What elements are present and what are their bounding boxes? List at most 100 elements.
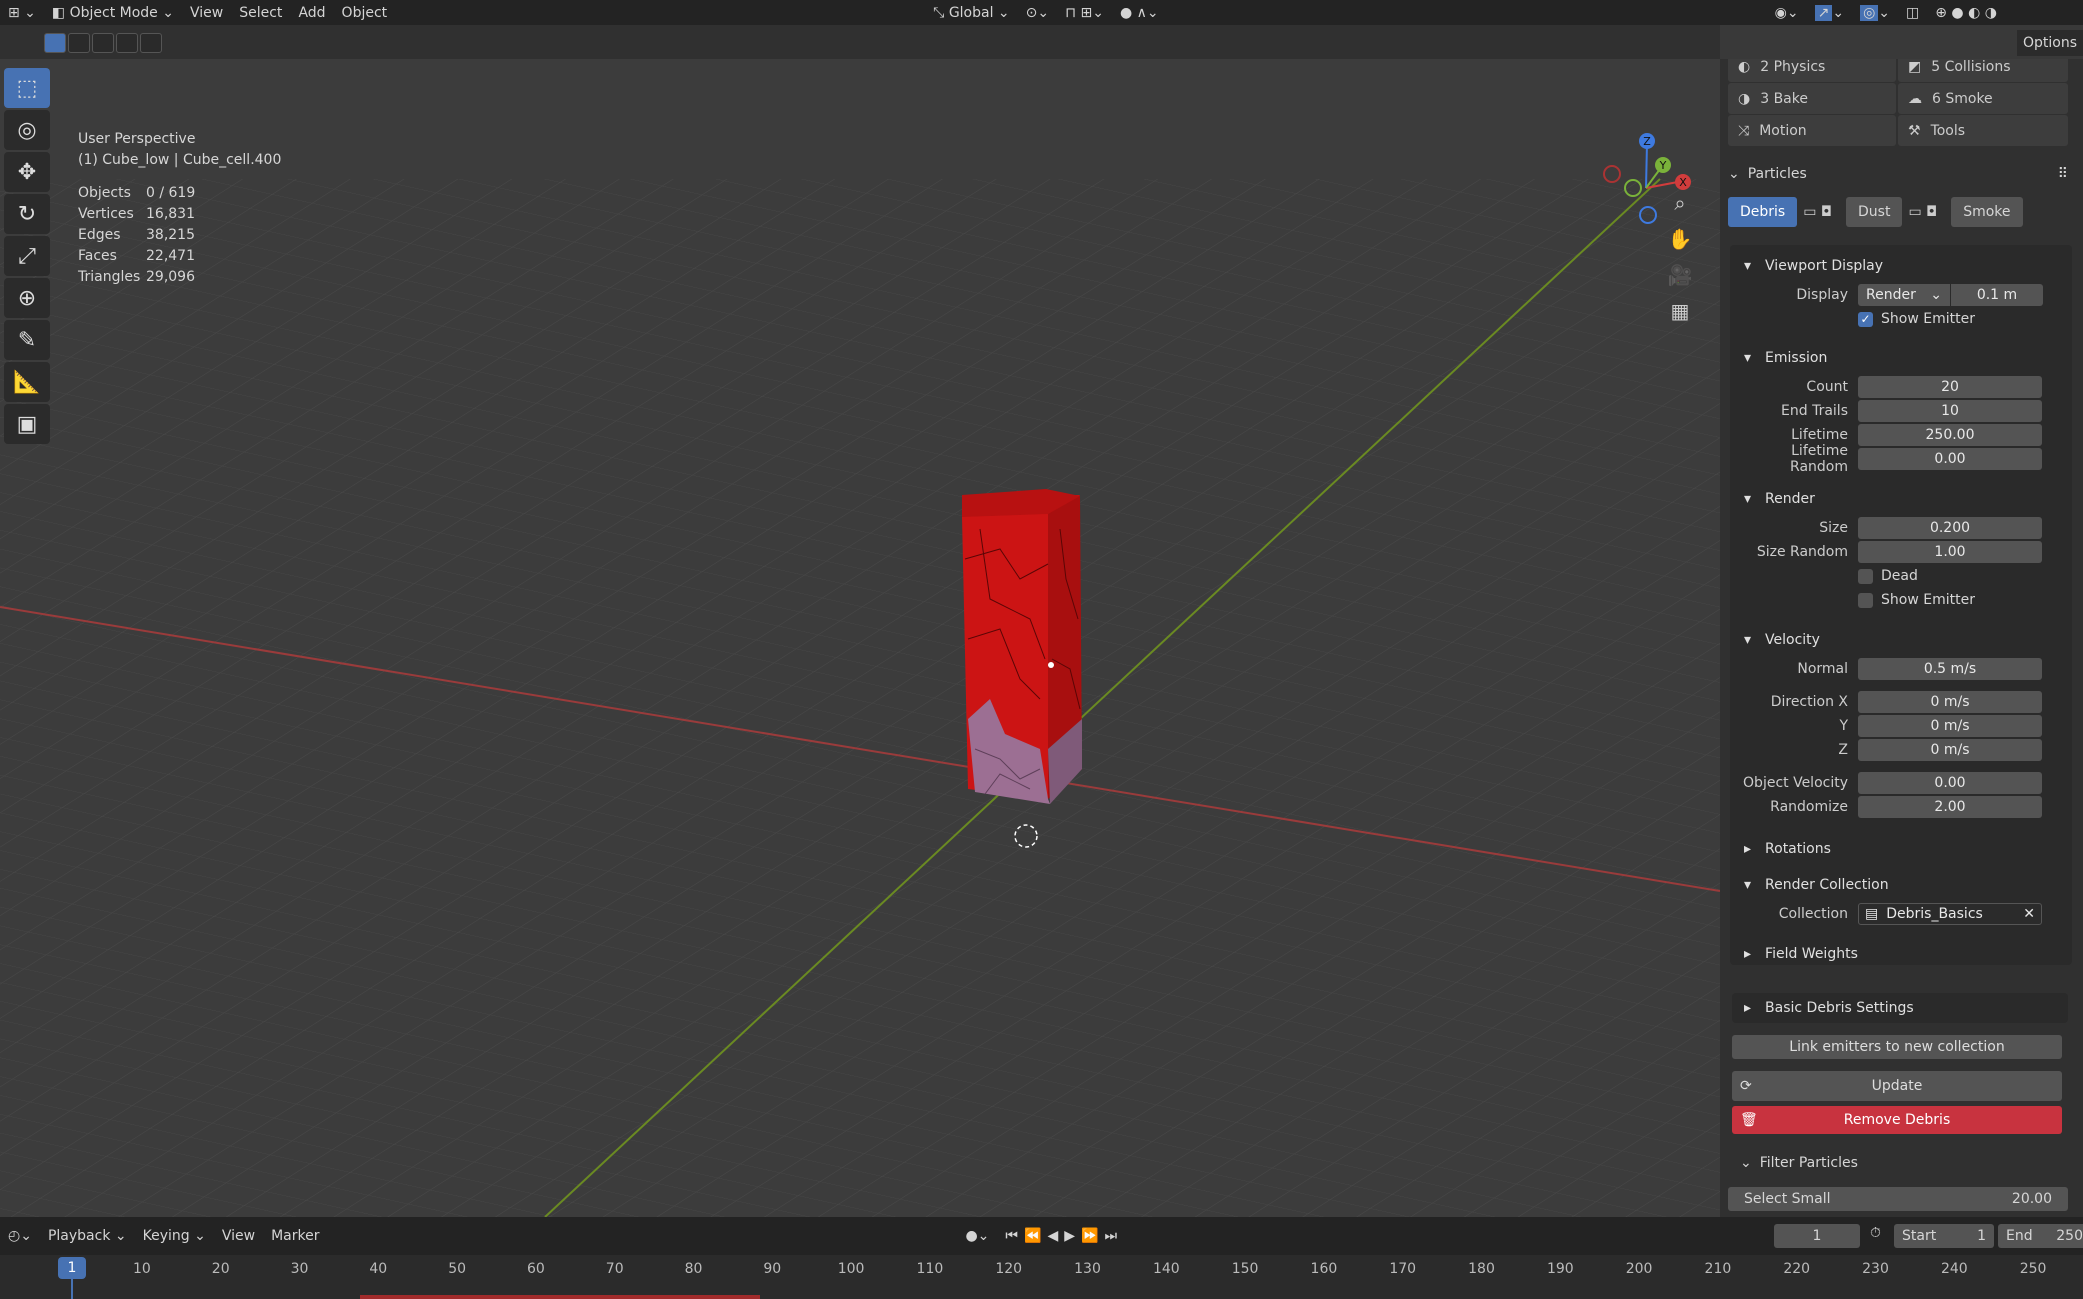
normal-field[interactable]: 0.5 m/s [1858,658,2042,680]
lifetime-random-field[interactable]: 0.00 [1858,448,2042,470]
particles-header[interactable]: ⌄ Particles ⠿ [1728,161,2068,187]
tab-dust[interactable]: Dust [1846,197,1903,227]
jump-end-icon[interactable]: ⏭ [1104,1228,1123,1244]
direction-y-field[interactable]: 0 m/s [1858,715,2042,737]
render-show-emitter-checkbox[interactable] [1858,592,1873,608]
filter-particles-header[interactable]: ⌄ Filter Particles [1740,1151,1858,1175]
select-box-icon[interactable]: ⬚ [4,68,50,108]
select-small-field[interactable]: Select Small 20.00 [1728,1187,2068,1211]
overlay-icon[interactable]: ◎ ⌄ [1852,0,1898,25]
direction-x-field[interactable]: 0 m/s [1858,691,2042,713]
tab-bake[interactable]: ◑ 3 Bake [1728,83,1896,114]
3d-viewport[interactable]: Z X Y ⌕ ✋ 🎥 ▦ User Perspective (1) Cube_… [0,59,1720,1217]
scale-icon[interactable]: ⤢ [4,236,50,276]
tab-physics[interactable]: ◐ 2 Physics [1728,59,1896,82]
display-size-field[interactable]: 0.1 m [1951,284,2043,306]
visibility-icon[interactable]: ◉⌄ [1767,0,1807,25]
measure-icon[interactable]: 📐 [4,362,50,402]
transform-icon[interactable]: ⊕ [4,278,50,318]
show-emitter-checkbox[interactable]: ✓ [1858,311,1873,327]
direction-z-field[interactable]: 0 m/s [1858,739,2042,761]
render-collection-header[interactable]: ▾ Render Collection [1732,870,2068,900]
count-field[interactable]: 20 [1858,376,2042,398]
menu-select[interactable]: Select [231,0,290,25]
end-frame-field[interactable]: End 250 [1998,1224,2083,1248]
menu-object[interactable]: Object [334,0,396,25]
tab-collisions[interactable]: ◩ 5 Collisions [1898,59,2068,82]
tab-smoke-particles[interactable]: Smoke [1951,197,2023,227]
play-icon[interactable]: ▶ [1064,1228,1081,1244]
size-random-field[interactable]: 1.00 [1858,541,2042,563]
gizmo-toggle-icon[interactable]: ↗ ⌄ [1807,0,1852,25]
menu-playback[interactable]: Playback ⌄ [40,1224,135,1249]
remove-debris-button[interactable]: 🗑 Remove Debris [1732,1106,2062,1134]
select-new-icon[interactable] [44,33,66,53]
size-field[interactable]: 0.200 [1858,517,2042,539]
zoom-icon[interactable]: ⌕ [1663,186,1697,220]
playback-controls[interactable]: ⏮ ⏪ ◀ ▶ ⏩ ⏭ [997,1224,1131,1249]
drag-handle-icon[interactable]: ⠿ [2058,166,2068,182]
transform-orientation-dropdown[interactable]: ⤡ Global ⌄ [925,0,1018,25]
object-velocity-field[interactable]: 0.00 [1858,772,2042,794]
viewport-display-header[interactable]: ▾ Viewport Display [1732,251,2068,281]
play-reverse-icon[interactable]: ◀ [1047,1228,1064,1244]
rotate-icon[interactable]: ↻ [4,194,50,234]
dead-checkbox[interactable] [1858,568,1873,584]
frame-ruler[interactable]: 1 10 20 30 40 50 60 70 80 90 100 110 120 130 140 150 16… [0,1255,2083,1299]
current-frame-field[interactable]: 1 [1774,1224,1860,1248]
perspective-grid-icon[interactable]: ▦ [1663,294,1697,328]
shading-modes-icon[interactable]: ⊕ ● ◐ ◑ [1927,0,2005,25]
tab-debris[interactable]: Debris [1728,197,1798,227]
mode-dropdown[interactable]: ◧ Object Mode ⌄ [44,0,182,25]
dust-viewport-icon[interactable]: ▭ ◘ [1908,197,1937,227]
timeline-editor-type-icon[interactable]: ◴⌄ [0,1224,40,1249]
collection-field[interactable]: ▤ Debris_Basics ✕ [1858,903,2042,925]
prev-keyframe-icon[interactable]: ⏪ [1024,1228,1047,1244]
move-icon[interactable]: ✥ [4,152,50,192]
add-cube-icon[interactable]: ▣ [4,404,50,444]
menu-add[interactable]: Add [290,0,333,25]
annotate-icon[interactable]: ✎ [4,320,50,360]
tab-smoke[interactable]: ☁ 6 Smoke [1898,83,2068,114]
render-header[interactable]: ▾ Render [1732,484,2068,514]
field-weights-header[interactable]: ▸ Field Weights [1732,939,2068,969]
editor-type-button[interactable]: ⊞ ⌄ [0,0,44,25]
pan-hand-icon[interactable]: ✋ [1663,222,1697,256]
stopwatch-icon[interactable]: ⏱ [1870,1225,1881,1241]
basic-debris-header[interactable]: ▸ Basic Debris Settings [1732,993,2068,1023]
menu-marker[interactable]: Marker [263,1224,327,1249]
tab-motion[interactable]: ⤨ Motion [1728,115,1896,146]
next-keyframe-icon[interactable]: ⏩ [1081,1228,1104,1244]
select-invert-icon[interactable] [140,33,162,53]
field-label: Count [1806,379,1848,395]
playhead-marker[interactable]: 1 [58,1257,86,1279]
jump-start-icon[interactable]: ⏮ [1005,1228,1024,1244]
options-button[interactable]: Options [2016,30,2083,56]
tab-tools[interactable]: ⚒ Tools [1898,115,2068,146]
record-icon[interactable]: ●⌄ [957,1224,997,1249]
select-extend-icon[interactable] [68,33,90,53]
link-emitters-button[interactable]: Link emitters to new collection [1732,1035,2062,1059]
snap-icon[interactable]: ⊓ ⊞⌄ [1057,0,1112,25]
debris-viewport-icon[interactable]: ▭ ◘ [1803,197,1832,227]
velocity-header[interactable]: ▾ Velocity [1732,625,2068,655]
cursor-icon[interactable]: ◎ [4,110,50,150]
end-trails-field[interactable]: 10 [1858,400,2042,422]
camera-icon[interactable]: 🎥 [1663,258,1697,292]
emission-header[interactable]: ▾ Emission [1732,343,2068,373]
lifetime-field[interactable]: 250.00 [1858,424,2042,446]
randomize-field[interactable]: 2.00 [1858,796,2042,818]
update-button[interactable]: ⟳ Update [1732,1071,2062,1101]
start-frame-field[interactable]: Start 1 [1894,1224,1994,1248]
menu-keying[interactable]: Keying ⌄ [135,1224,214,1249]
rotations-header[interactable]: ▸ Rotations [1732,834,2068,864]
xray-icon[interactable]: ◫ [1898,0,1927,25]
pivot-icon[interactable]: ⊙⌄ [1018,0,1057,25]
menu-view[interactable]: View [182,0,231,25]
select-subtract-icon[interactable] [92,33,114,53]
proportional-edit-icon[interactable]: ● ∧⌄ [1112,0,1167,25]
display-dropdown[interactable]: Render ⌄ [1858,284,1950,306]
menu-timeline-view[interactable]: View [214,1224,263,1249]
select-intersect-icon[interactable] [116,33,138,53]
clear-icon[interactable]: ✕ [2023,906,2035,922]
